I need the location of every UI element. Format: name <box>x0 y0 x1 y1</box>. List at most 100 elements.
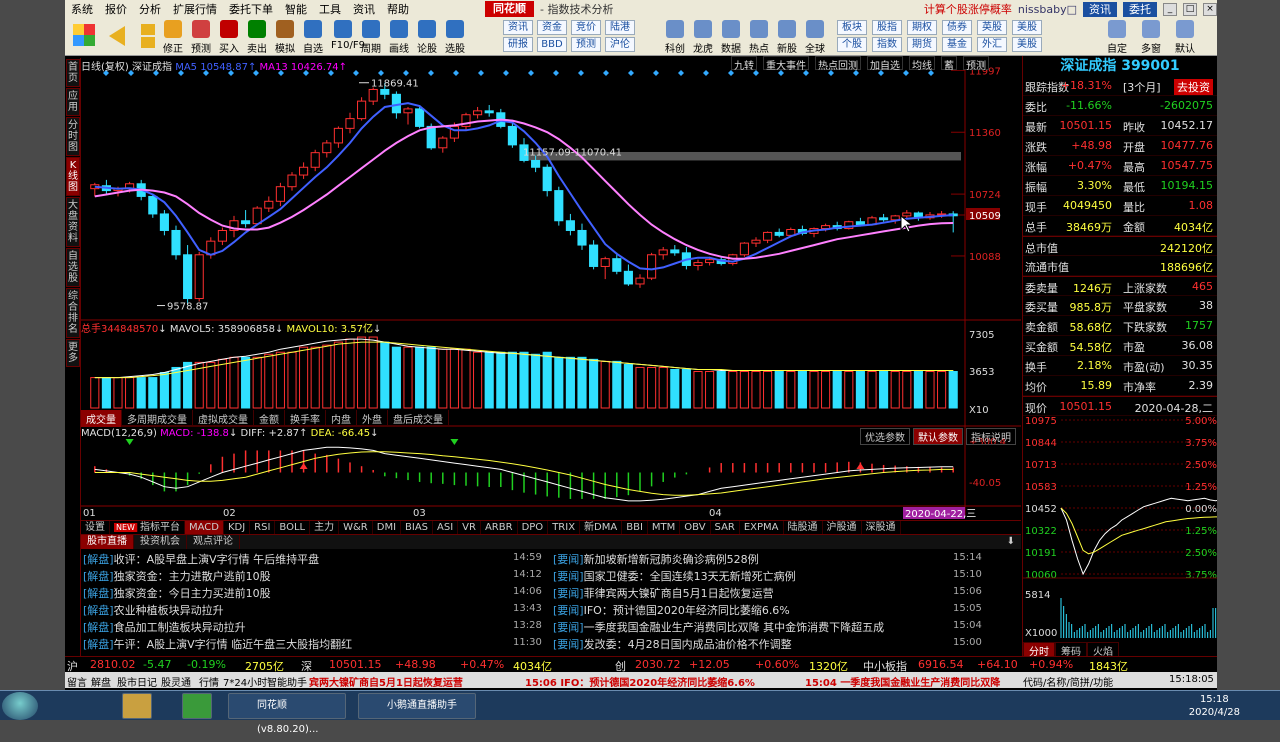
ticker-item[interactable]: 解盘 <box>91 674 111 688</box>
toolbar-small-button[interactable]: 个股 <box>837 37 867 52</box>
toolbar-small-button[interactable]: 期权 <box>907 20 937 35</box>
news-item[interactable]: [要闻]新加坡新增新冠肺炎确诊病例528例 15:14 <box>553 551 1018 568</box>
up-down-icon[interactable] <box>141 24 155 48</box>
indicator-tab[interactable]: EXPMA <box>740 521 784 534</box>
volume-tab[interactable]: 虚拟成交量 <box>193 410 254 427</box>
quick-button[interactable]: 重大事件 <box>763 56 809 72</box>
toolbar-select-button[interactable]: 选股 <box>443 20 467 55</box>
taskbar-clock[interactable]: 15:18 2020/4/28 <box>1189 693 1240 719</box>
menu-6[interactable]: 工具 <box>313 1 347 17</box>
news-tab[interactable]: 股市直播 <box>81 535 134 549</box>
ticker-item[interactable]: 智能助手 <box>267 674 307 688</box>
toolbar-buy-button[interactable]: 买入 <box>217 20 241 55</box>
toolbar-small-button[interactable]: 沪伦 <box>605 37 635 52</box>
toolbar-draw-button[interactable]: 画线 <box>387 20 411 55</box>
trade-button[interactable]: 委托 <box>1123 1 1157 17</box>
toolbar-kechuang-button[interactable]: 科创 <box>663 20 687 55</box>
toolbar-period-button[interactable]: 周期 <box>359 20 383 55</box>
news-item[interactable]: [解盘]食品加工制造板块异动拉升 13:28 <box>83 619 548 636</box>
toolbar-small-button[interactable]: 基金 <box>942 37 972 52</box>
toolbar-small-button[interactable]: 美股 <box>1012 37 1042 52</box>
left-nav-item[interactable]: 更多 <box>66 339 80 367</box>
volume-tab[interactable]: 外盘 <box>357 410 388 427</box>
indicator-tab[interactable]: 新DMA <box>580 521 623 534</box>
ticker-item[interactable]: 7*24小时 <box>223 674 267 688</box>
macd-param-button[interactable]: 默认参数 <box>913 428 963 445</box>
ticker-item[interactable]: 行情 <box>199 674 219 688</box>
indicator-tab[interactable]: ARBR <box>481 521 518 534</box>
news-item[interactable]: [要闻]国家卫健委：全国连续13天无新增死亡病例 15:10 <box>553 568 1018 585</box>
toolbar-clock-button[interactable]: 预测 <box>189 20 213 55</box>
indicator-tab[interactable]: TRIX <box>548 521 581 534</box>
toolbar-globe-button[interactable]: 全球 <box>803 20 827 55</box>
browser-icon[interactable] <box>182 693 212 719</box>
indicator-tab[interactable]: ASI <box>433 521 459 534</box>
toolbar-small-button[interactable]: 美股 <box>1012 20 1042 35</box>
volume-tab[interactable]: 内盘 <box>326 410 357 427</box>
quick-button[interactable]: 加自选 <box>867 56 903 72</box>
close-button[interactable]: × <box>1203 2 1217 16</box>
menu-1[interactable]: 报价 <box>99 1 133 17</box>
volume-tab[interactable]: 金额 <box>254 410 285 427</box>
indicator-tab[interactable]: RSI <box>250 521 276 534</box>
toolbar-small-button[interactable]: 期货 <box>907 37 937 52</box>
quick-button[interactable]: 蓄 <box>941 56 957 72</box>
news-item[interactable]: [解盘]农业种植板块异动拉升 13:43 <box>83 602 548 619</box>
indicator-tab[interactable]: 沪股通 <box>823 521 862 534</box>
toolbar-small-button[interactable]: 竞价 <box>571 20 601 35</box>
news-item[interactable]: [要闻]IFO：预计德国2020年经济同比萎缩6.6% 15:05 <box>553 602 1018 619</box>
volume-tab[interactable]: 成交量 <box>81 410 122 427</box>
indicator-tab[interactable]: 深股通 <box>862 521 901 534</box>
news-item[interactable]: [要闻]菲律宾两大镍矿商自5月1日起恢复运营 15:06 <box>553 585 1018 602</box>
toolbar-dragon-button[interactable]: 龙虎 <box>691 20 715 55</box>
indicator-tab[interactable]: BBI <box>622 521 648 534</box>
indicator-tab[interactable]: DMI <box>373 521 402 534</box>
indicator-tab[interactable]: DPO <box>518 521 549 534</box>
news-tab[interactable]: 投资机会 <box>134 535 187 549</box>
toolbar-multiwin-button[interactable]: 多窗 <box>1139 20 1163 55</box>
news-tab[interactable]: 观点评论 <box>187 535 240 549</box>
news-item[interactable]: [解盘]独家资金：主力进散户逃前10股 14:12 <box>83 568 548 585</box>
toolbar-default-button[interactable]: 默认 <box>1173 20 1197 55</box>
toolbar-small-button[interactable]: 板块 <box>837 20 867 35</box>
menu-4[interactable]: 委托下单 <box>223 1 279 17</box>
toolbar-small-button[interactable]: 资金 <box>537 20 567 35</box>
left-nav-item[interactable]: 大盘资料 <box>66 197 80 247</box>
toolbar-refresh-button[interactable]: 修正 <box>161 20 185 55</box>
kline-chart-area[interactable]: 11997 11360 10724 10509 10088 11869.41 9578.87… <box>81 56 1021 522</box>
volume-tab[interactable]: 盘后成交量 <box>388 410 449 427</box>
left-nav-item[interactable]: 应用 <box>66 88 80 116</box>
left-nav-item[interactable]: 分时图 <box>66 117 80 156</box>
macd-param-button[interactable]: 指标说明 <box>966 428 1016 445</box>
news-item[interactable]: [解盘]独家资金：今日主力买进前10股 14:06 <box>83 585 548 602</box>
minimize-button[interactable]: _ <box>1163 2 1177 16</box>
volume-tab[interactable]: 多周期成交量 <box>122 410 193 427</box>
left-nav-item[interactable]: K线图 <box>66 157 80 196</box>
indicator-tab[interactable]: MACD <box>184 521 224 534</box>
ticker-item[interactable]: 股市日记 <box>117 674 157 688</box>
invest-button[interactable]: 去投资 <box>1174 79 1213 95</box>
toolbar-small-button[interactable]: 债券 <box>942 20 972 35</box>
indicator-tab[interactable]: BOLL <box>275 521 311 534</box>
quick-button[interactable]: 均线 <box>909 56 935 72</box>
download-icon[interactable]: ⬇ <box>1001 535 1021 549</box>
volume-tab[interactable]: 换手率 <box>285 410 326 427</box>
ticker-item[interactable]: 股灵通 <box>161 674 191 688</box>
indicator-tab[interactable]: 设置 <box>81 521 110 534</box>
menu-3[interactable]: 扩展行情 <box>167 1 223 17</box>
toolbar-sell-button[interactable]: 卖出 <box>245 20 269 55</box>
indicator-tab[interactable]: MTM <box>648 521 681 534</box>
quick-button[interactable]: 热点回测 <box>815 56 861 72</box>
toolbar-small-button[interactable]: 资讯 <box>503 20 533 35</box>
indicator-tab[interactable]: KDJ <box>224 521 251 534</box>
news-button[interactable]: 资讯 <box>1083 1 1117 17</box>
menu-5[interactable]: 智能 <box>279 1 313 17</box>
taskbar-app-ths[interactable]: 同花顺(v8.80.20)... <box>228 693 346 735</box>
intraday-mini-chart[interactable]: 10975 5.00% 10844 3.75% 10713 2.50% 10583 1.25%… <box>1023 416 1217 642</box>
indicator-tab[interactable]: BIAS <box>401 521 434 534</box>
left-nav-item[interactable]: 综合排名 <box>66 288 80 338</box>
indicator-tab[interactable]: OBV <box>680 521 711 534</box>
taskbar-app-live[interactable]: 小鹅通直播助手 <box>358 693 476 719</box>
left-nav-item[interactable]: 首页 <box>66 59 80 87</box>
indicator-tab[interactable]: VR <box>458 521 481 534</box>
